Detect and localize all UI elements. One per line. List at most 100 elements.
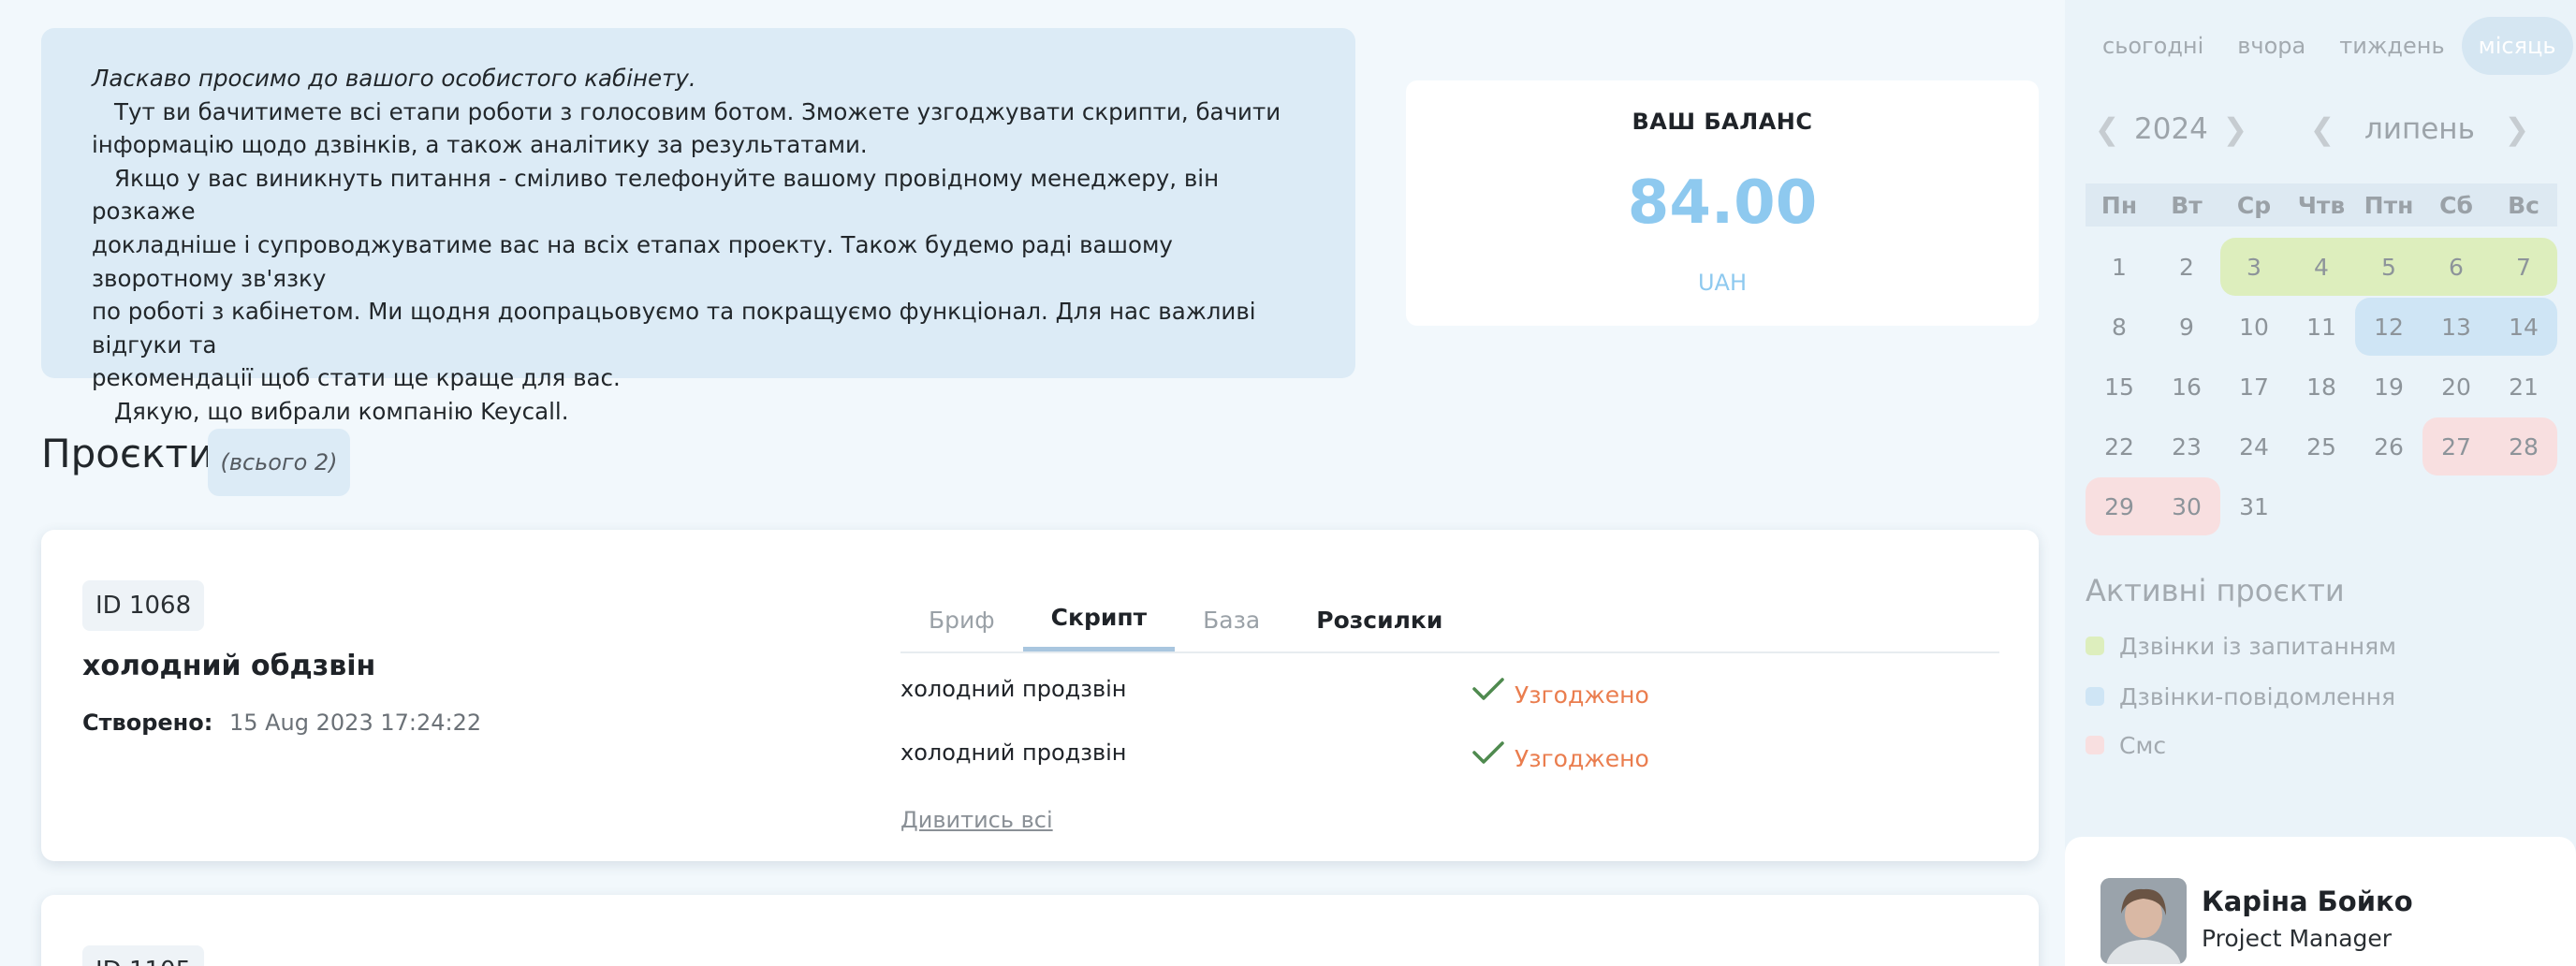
script-row: холодний продзвін Узгоджено — [900, 672, 1999, 713]
calendar-weekday: Пн — [2100, 191, 2138, 219]
calendar-day[interactable]: 28 — [2490, 417, 2557, 476]
tab-base[interactable]: База — [1175, 588, 1288, 651]
year-label: 2024 — [2134, 112, 2208, 146]
see-all-link[interactable]: Дивитись всі — [900, 807, 1053, 833]
calendar-day[interactable]: 31 — [2220, 477, 2288, 535]
balance-amount: 84.00 — [1627, 168, 1818, 238]
calendar-weekday: Ср — [2236, 191, 2272, 219]
created-label: Створено: — [82, 710, 213, 736]
period-today[interactable]: сьогодні — [2086, 17, 2220, 75]
calendar-day[interactable]: 20 — [2422, 358, 2490, 416]
legend-color-swatch — [2086, 736, 2104, 754]
manager-name: Каріна Бойко — [2202, 886, 2413, 917]
calendar-day[interactable]: 3 — [2220, 238, 2288, 296]
calendar-day[interactable]: 19 — [2355, 358, 2422, 416]
calendar-weekday: Чтв — [2297, 191, 2346, 219]
project-tabs: Бриф Скрипт База Розсилки — [900, 588, 1999, 653]
welcome-text: Тут ви бачитимете всі етапи роботи з гол… — [114, 97, 1281, 125]
period-month[interactable]: місяць — [2461, 17, 2573, 75]
calendar-day[interactable]: 10 — [2220, 298, 2288, 356]
calendar-day[interactable]: 2 — [2153, 238, 2220, 296]
legend-color-swatch — [2086, 687, 2104, 706]
calendar-day[interactable]: 6 — [2422, 238, 2490, 296]
period-yesterday[interactable]: вчора — [2220, 17, 2322, 75]
tab-mailings[interactable]: Розсилки — [1288, 588, 1471, 651]
calendar-day[interactable]: 18 — [2288, 358, 2355, 416]
legend-item: Дзвінки із запитанням — [2086, 627, 2396, 665]
chevron-right-icon[interactable]: ❯ — [2503, 111, 2531, 147]
legend-label: Дзвінки-повідомлення — [2119, 682, 2396, 710]
manager-card: Каріна Бойко Project Manager — [2065, 837, 2576, 966]
script-status: Узгоджено — [1515, 745, 1649, 772]
welcome-text: по роботі з кабінетом. Ми щодня доопраць… — [92, 298, 1256, 359]
active-projects-title: Активні проєкти — [2086, 573, 2345, 608]
script-status: Узгоджено — [1515, 681, 1649, 709]
calendar-weekday: Вт — [2171, 191, 2203, 219]
right-panel: сьогодні вчора тиждень місяць ❮ 2024 ❯ ❮… — [2065, 0, 2576, 966]
script-name[interactable]: холодний продзвін — [900, 739, 1127, 766]
calendar-day[interactable]: 21 — [2490, 358, 2557, 416]
calendar-day[interactable]: 29 — [2086, 477, 2153, 535]
calendar-day[interactable]: 1 — [2086, 238, 2153, 296]
month-nav: ❮ липень ❯ — [2308, 109, 2531, 150]
project-name[interactable]: холодний обдзвін — [82, 650, 375, 682]
calendar-weekday: Птн — [2364, 191, 2414, 219]
calendar-day[interactable]: 25 — [2288, 417, 2355, 476]
project-id-badge: ID 1068 — [82, 580, 205, 631]
project-created: Створено: 15 Aug 2023 17:24:22 — [82, 710, 481, 736]
calendar-day[interactable]: 14 — [2490, 298, 2557, 356]
calendar-day[interactable]: 16 — [2153, 358, 2220, 416]
legend-item: Дзвінки-повідомлення — [2086, 678, 2395, 715]
legend-label: Смс — [2119, 731, 2167, 759]
balance-title: ВАШ БАЛАНС — [1632, 109, 1813, 135]
chevron-left-icon[interactable]: ❮ — [2093, 111, 2121, 147]
tab-brief[interactable]: Бриф — [900, 588, 1023, 651]
calendar-day[interactable]: 12 — [2355, 298, 2422, 356]
calendar-weekday: Вс — [2508, 191, 2539, 219]
script-row: холодний продзвін Узгоджено — [900, 736, 1999, 777]
calendar-day[interactable]: 13 — [2422, 298, 2490, 356]
calendar-day[interactable]: 9 — [2153, 298, 2220, 356]
created-value: 15 Aug 2023 17:24:22 — [228, 710, 482, 736]
calendar-day[interactable]: 30 — [2153, 477, 2220, 535]
month-label: липень — [2364, 112, 2475, 146]
check-icon — [1472, 741, 1504, 764]
check-icon — [1472, 678, 1504, 700]
calendar-day[interactable]: 24 — [2220, 417, 2288, 476]
welcome-text: рекомендації щоб стати ще краще для вас. — [92, 364, 621, 392]
calendar-day[interactable]: 15 — [2086, 358, 2153, 416]
period-filter: сьогодні вчора тиждень місяць — [2086, 17, 2573, 75]
balance-card: ВАШ БАЛАНС 84.00 UAH — [1406, 80, 2039, 326]
calendar-day[interactable]: 5 — [2355, 238, 2422, 296]
calendar-day[interactable]: 27 — [2422, 417, 2490, 476]
avatar — [2100, 878, 2187, 964]
project-card: ID 1105 — [41, 895, 2039, 966]
legend-label: Дзвінки із запитанням — [2119, 632, 2397, 660]
year-nav: ❮ 2024 ❯ — [2093, 109, 2249, 150]
welcome-text: Якщо у вас виникнуть питання - сміливо т… — [92, 164, 1220, 226]
chevron-left-icon[interactable]: ❮ — [2308, 111, 2336, 147]
welcome-text: інформацію щодо дзвінків, а також аналіт… — [92, 131, 868, 159]
calendar-day[interactable]: 22 — [2086, 417, 2153, 476]
calendar-day[interactable]: 8 — [2086, 298, 2153, 356]
calendar-day[interactable]: 26 — [2355, 417, 2422, 476]
calendar-day[interactable]: 4 — [2288, 238, 2355, 296]
projects-count-badge: (всього 2) — [208, 429, 350, 496]
tab-script[interactable]: Скрипт — [1022, 588, 1176, 651]
chevron-right-icon[interactable]: ❯ — [2221, 111, 2249, 147]
script-name[interactable]: холодний продзвін — [900, 676, 1127, 702]
calendar-day[interactable]: 11 — [2288, 298, 2355, 356]
period-week[interactable]: тиждень — [2322, 17, 2461, 75]
calendar-day[interactable]: 7 — [2490, 238, 2557, 296]
welcome-text: Дякую, що вибрали компанію Keycall. — [114, 397, 569, 425]
legend-item: Смс — [2086, 726, 2166, 764]
balance-currency: UAH — [1697, 270, 1748, 296]
project-card: ID 1068 холодний обдзвін Створено: 15 Au… — [41, 530, 2039, 861]
projects-title: Проєкти — [41, 431, 214, 476]
legend-color-swatch — [2086, 637, 2104, 655]
welcome-title: Ласкаво просимо до вашого особистого каб… — [92, 65, 696, 92]
calendar-day[interactable]: 23 — [2153, 417, 2220, 476]
calendar-weekday: Сб — [2439, 191, 2473, 219]
welcome-text: докладніше і супроводжуватиме вас на всі… — [92, 230, 1173, 292]
calendar-day[interactable]: 17 — [2220, 358, 2288, 416]
